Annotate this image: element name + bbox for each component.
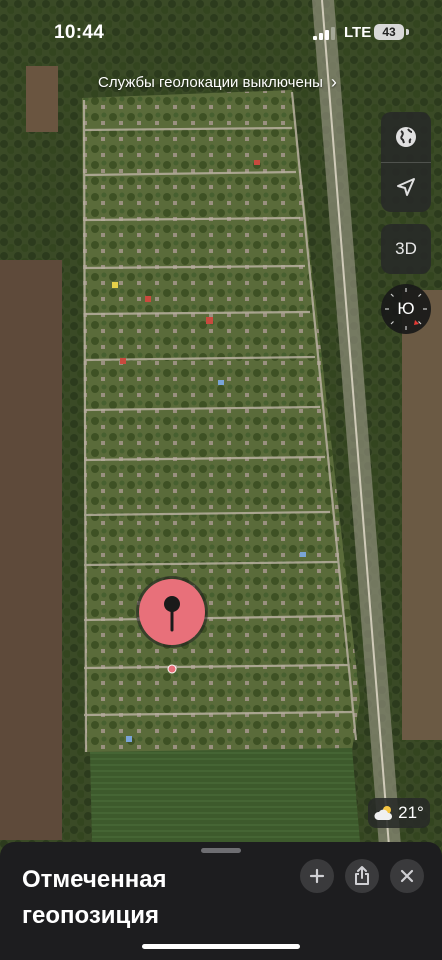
- signal-strength-icon: [313, 27, 335, 40]
- location-arrow-icon: [397, 178, 415, 196]
- home-indicator: [142, 944, 300, 949]
- map-mode-button[interactable]: [381, 112, 431, 162]
- close-button[interactable]: [390, 859, 424, 893]
- status-time: 10:44: [54, 22, 105, 43]
- share-icon: [355, 866, 369, 885]
- partly-cloudy-icon: [374, 806, 393, 820]
- location-services-banner[interactable]: Службы геолокации выключены ›: [98, 72, 337, 92]
- close-icon: [400, 869, 414, 883]
- weather-temperature: 21°: [398, 803, 424, 822]
- battery-icon: 43: [374, 24, 404, 40]
- sheet-title: Отмеченная геопозиция: [22, 866, 167, 929]
- weather-badge[interactable]: 21°: [368, 798, 430, 828]
- chevron-right-icon: ›: [330, 72, 337, 92]
- status-bar: 10:44 LTE 43: [0, 0, 442, 60]
- compass-direction: Ю: [397, 299, 415, 318]
- 3d-view-button[interactable]: 3D: [381, 224, 431, 274]
- network-type: LTE: [344, 24, 372, 41]
- sheet-grabber[interactable]: [201, 848, 241, 853]
- location-services-text: Службы геолокации выключены: [98, 74, 323, 91]
- bottom-sheet[interactable]: Отмеченная геопозиция: [0, 842, 442, 960]
- plus-icon: [309, 868, 325, 884]
- share-button[interactable]: [345, 859, 379, 893]
- battery-tip: [406, 29, 409, 35]
- add-button[interactable]: [300, 859, 334, 893]
- compass-button[interactable]: Ю: [381, 284, 431, 334]
- globe-icon: [396, 127, 416, 147]
- map-controls: [381, 112, 431, 212]
- current-location-button[interactable]: [381, 162, 431, 212]
